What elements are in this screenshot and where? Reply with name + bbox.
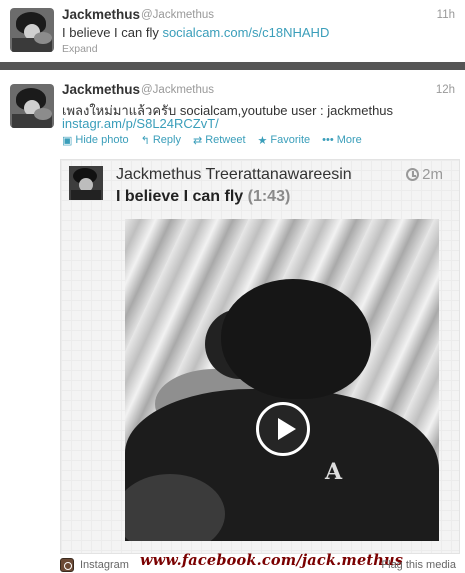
- author-name[interactable]: Jackmethus: [62, 7, 140, 22]
- facebook-watermark: www.facebook.com/jack.methus: [140, 552, 404, 569]
- tweet-2[interactable]: Jackmethus @Jackmethus 12h เพลงใหม่มาแล้…: [0, 74, 465, 573]
- shirt-logo: A: [325, 459, 343, 485]
- hide-photo-button[interactable]: ▣ Hide photo: [62, 132, 129, 148]
- reply-button[interactable]: ↰ Reply: [141, 132, 181, 148]
- expand-link[interactable]: Expand: [62, 43, 98, 55]
- tweet-separator: [0, 62, 465, 70]
- media-card: Jackmethus Treerattanawareesin I believe…: [60, 159, 460, 554]
- reply-icon: ↰: [140, 134, 150, 147]
- favorite-button[interactable]: ★ Favorite: [258, 132, 311, 148]
- video-thumbnail[interactable]: A: [125, 219, 439, 541]
- card-title: I believe I can fly (1:43): [116, 188, 290, 206]
- card-avatar[interactable]: [69, 166, 103, 200]
- more-label: More: [336, 134, 362, 146]
- retweet-icon: ⇄: [192, 134, 203, 147]
- avatar[interactable]: [10, 8, 54, 52]
- instagram-link[interactable]: Instagram: [80, 559, 129, 571]
- more-button[interactable]: ••• More: [322, 132, 362, 148]
- author-name[interactable]: Jackmethus: [62, 82, 140, 97]
- tweet-time[interactable]: 11h: [437, 9, 455, 21]
- tweet-actions: ▣ Hide photo ↰ Reply ⇄ Retweet ★ Favorit…: [62, 132, 362, 148]
- tweet-text-body: I believe I can fly: [62, 25, 163, 40]
- reply-label: Reply: [152, 134, 181, 146]
- media-footer: Instagram www.facebook.com/jack.methus F…: [60, 552, 460, 573]
- more-icon: •••: [322, 134, 334, 146]
- tweet-1[interactable]: Jackmethus @Jackmethus 11h I believe I c…: [0, 0, 465, 62]
- play-button[interactable]: [256, 402, 310, 456]
- flag-media-link[interactable]: Flag this media: [381, 559, 456, 571]
- video-figure-head: [221, 279, 371, 399]
- video-title: I believe I can fly: [116, 188, 244, 205]
- card-time: 2m: [406, 166, 443, 183]
- card-time-label: 2m: [422, 166, 443, 183]
- author-handle[interactable]: @Jackmethus: [141, 9, 214, 21]
- favorite-label: Favorite: [270, 134, 311, 146]
- tweet-text: I believe I can fly socialcam.com/s/c18N…: [62, 25, 329, 40]
- hide-photo-label: Hide photo: [75, 134, 129, 146]
- card-author[interactable]: Jackmethus Treerattanawareesin: [116, 166, 352, 184]
- retweet-label: Retweet: [205, 134, 246, 146]
- tweet-link[interactable]: instagr.am/p/S8L24RCZvT/: [62, 116, 219, 131]
- retweet-button[interactable]: ⇄ Retweet: [193, 132, 246, 148]
- photo-icon: ▣: [62, 134, 73, 147]
- clock-icon: [406, 168, 420, 181]
- tweet-link[interactable]: socialcam.com/s/c18NHAHD: [162, 25, 329, 40]
- instagram-icon: [60, 558, 74, 572]
- star-icon: ★: [257, 134, 268, 147]
- video-duration: (1:43): [247, 188, 291, 205]
- avatar[interactable]: [10, 84, 54, 128]
- author-handle[interactable]: @Jackmethus: [141, 84, 214, 96]
- tweet-time[interactable]: 12h: [436, 84, 455, 96]
